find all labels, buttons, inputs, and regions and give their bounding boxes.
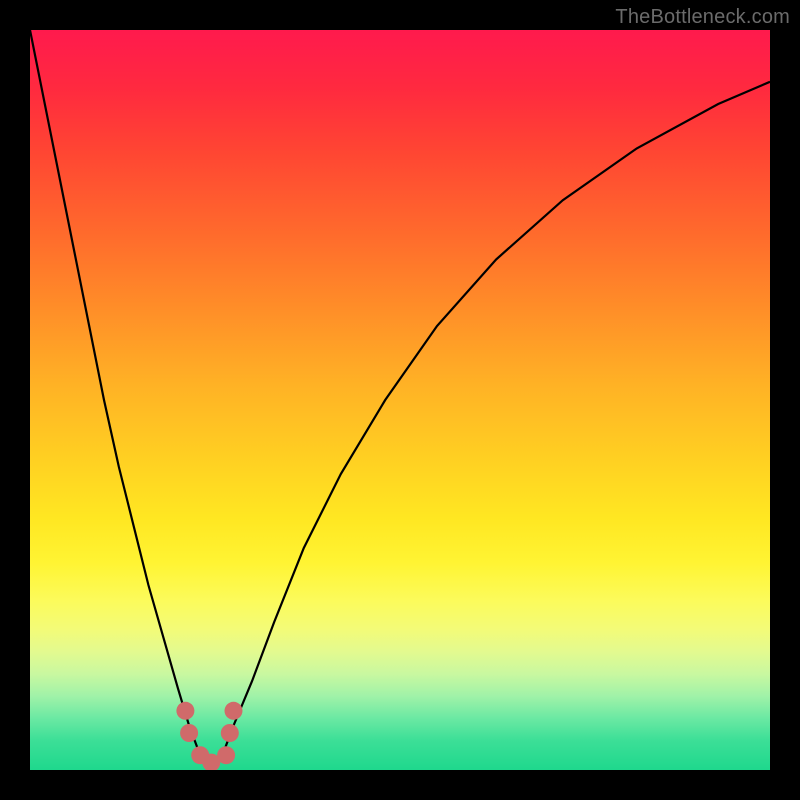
bottleneck-curve	[30, 30, 770, 770]
curve-layer	[30, 30, 770, 770]
highlight-dot	[176, 702, 194, 720]
watermark-text: TheBottleneck.com	[615, 6, 790, 29]
highlight-dot	[225, 702, 243, 720]
highlight-dot	[221, 724, 239, 742]
plot-area	[30, 30, 770, 770]
chart-frame: TheBottleneck.com	[0, 0, 800, 800]
highlight-dot	[217, 746, 235, 764]
highlight-dot	[180, 724, 198, 742]
highlight-dots	[176, 702, 242, 770]
